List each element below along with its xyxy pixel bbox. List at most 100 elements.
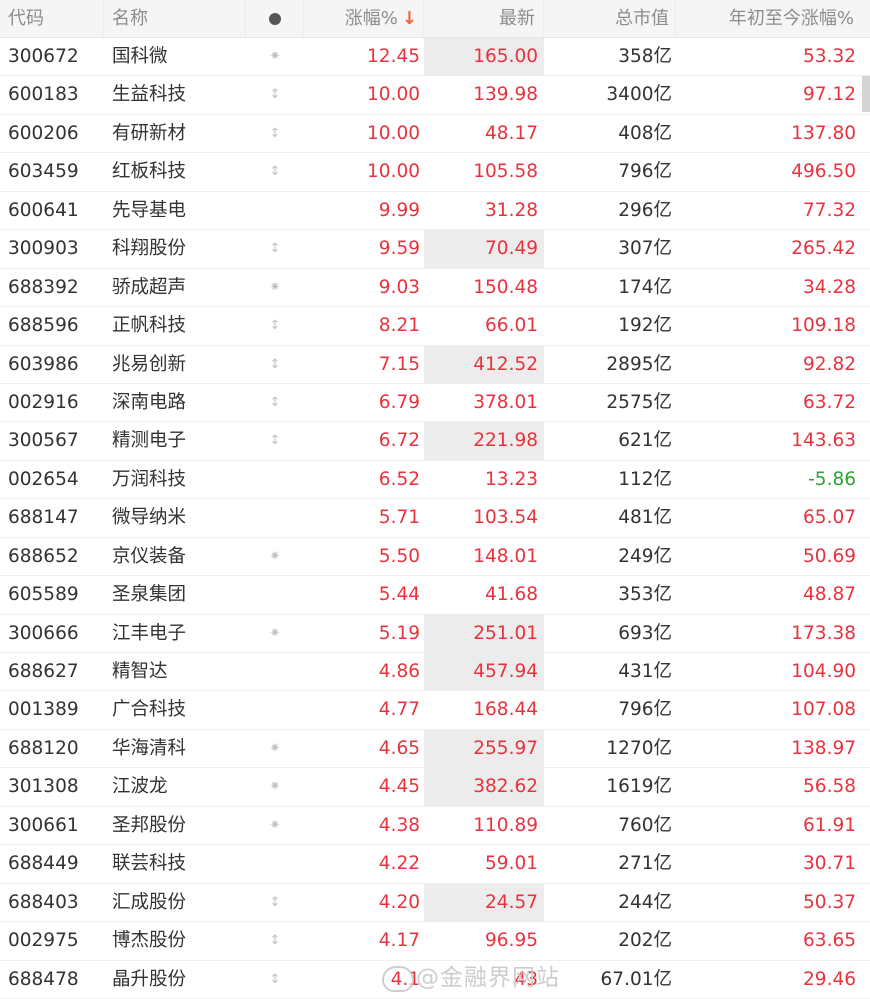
row-marker-icon: ↕ [269, 241, 281, 257]
table-row[interactable]: 600641 先导基电 9.99 31.28 296亿 77.32 [0, 191, 870, 231]
scroll-indicator[interactable] [862, 76, 870, 112]
change-percent: 10.00 [367, 84, 420, 106]
last-price: 251.01 [424, 614, 544, 652]
row-marker-icon: ✷ [269, 49, 281, 64]
stock-code: 301308 [8, 776, 79, 798]
market-cap: 353亿 [618, 584, 672, 606]
table-row[interactable]: 301308 江波龙 ✷ 4.45 382.62 1619亿 56.58 [0, 768, 870, 807]
market-cap: 481亿 [618, 507, 672, 529]
last-price: 457.94 [424, 653, 544, 691]
stock-name: 华海清科 [112, 737, 187, 759]
last-price: 139.98 [473, 84, 538, 106]
ytd-change: 30.71 [803, 853, 856, 875]
row-marker-icon: ↕ [269, 87, 281, 103]
row-marker-icon [246, 653, 304, 690]
table-row[interactable]: 688596 正帆科技 ↕ 8.21 66.01 192亿 109.18 [0, 307, 870, 346]
change-percent: 9.99 [378, 199, 420, 221]
market-cap: 693亿 [618, 622, 672, 644]
table-row[interactable]: 002916 深南电路 ↕ 6.79 378.01 2575亿 63.72 [0, 383, 870, 423]
change-header-label: 涨幅% [344, 8, 398, 29]
ytd-change: 137.80 [791, 122, 856, 144]
ytd-change: 50.37 [803, 891, 856, 913]
ytd-change: 53.32 [803, 46, 856, 67]
table-row[interactable]: 600183 生益科技 ↕ 10.00 139.98 3400亿 97.12 [0, 76, 870, 115]
column-header-change[interactable]: 涨幅% ↓ [304, 0, 424, 37]
last-price: 13.23 [485, 468, 538, 490]
stock-code: 688652 [8, 545, 79, 567]
stock-code: 600183 [8, 84, 79, 106]
market-cap: 408亿 [618, 122, 672, 144]
stock-name: 晶升股份 [112, 968, 187, 990]
table-row[interactable]: 688627 精智达 4.86 457.94 431亿 104.90 [0, 653, 870, 692]
table-row[interactable]: 603986 兆易创新 ↕ 7.15 412.52 2895亿 92.82 [0, 345, 870, 384]
table-row[interactable]: 300903 科翔股份 ↕ 9.59 70.49 307亿 265.42 [0, 230, 870, 269]
table-row[interactable]: 688120 华海清科 ✷ 4.65 255.97 1270亿 138.97 [0, 729, 870, 769]
change-percent: 4.86 [378, 661, 420, 682]
change-percent: 5.44 [378, 584, 420, 606]
row-marker-icon [246, 461, 304, 498]
ytd-change: 61.91 [803, 814, 856, 836]
stock-code: 600206 [8, 122, 79, 144]
row-marker-icon: ↕ [269, 933, 281, 949]
table-row[interactable]: 300661 圣邦股份 ✷ 4.38 110.89 760亿 61.91 [0, 806, 870, 846]
table-row[interactable]: 300666 江丰电子 ✷ 5.19 251.01 693亿 173.38 [0, 614, 870, 653]
last-price: 59.01 [485, 853, 538, 875]
row-marker-icon: ↕ [269, 394, 281, 410]
column-header-marker[interactable] [246, 0, 304, 37]
column-header-name[interactable]: 名称 [104, 0, 246, 37]
ytd-change: 104.90 [791, 661, 856, 682]
stock-code: 688403 [8, 891, 79, 913]
last-price: 150.48 [473, 276, 538, 298]
ytd-change: 34.28 [803, 276, 856, 298]
ytd-change: 63.72 [803, 391, 856, 413]
table-row[interactable]: 605589 圣泉集团 5.44 41.68 353亿 48.87 [0, 576, 870, 615]
change-percent: 4.38 [378, 814, 420, 836]
market-cap: 760亿 [618, 814, 672, 836]
ytd-change: 173.38 [791, 622, 856, 644]
table-row[interactable]: 002975 博杰股份 ↕ 4.17 96.95 202亿 63.65 [0, 922, 870, 961]
change-percent: 7.15 [378, 353, 420, 375]
last-price: 70.49 [424, 230, 544, 268]
stock-code: 300672 [8, 46, 79, 67]
market-cap: 358亿 [618, 46, 672, 67]
row-marker-icon: ↕ [269, 356, 281, 372]
table-row[interactable]: 300567 精测电子 ↕ 6.72 221.98 621亿 143.63 [0, 422, 870, 461]
table-row[interactable]: 688392 骄成超声 ✷ 9.03 150.48 174亿 34.28 [0, 268, 870, 308]
row-marker-icon: ✷ [269, 817, 281, 833]
ytd-change: -5.86 [808, 468, 856, 490]
table-row[interactable]: 688147 微导纳米 5.71 103.54 481亿 65.07 [0, 499, 870, 538]
table-row[interactable]: 688449 联芸科技 4.22 59.01 271亿 30.71 [0, 845, 870, 884]
table-row[interactable]: 688652 京仪装备 ✷ 5.50 148.01 249亿 50.69 [0, 537, 870, 577]
row-marker-icon: ↕ [269, 894, 281, 910]
ytd-change: 77.32 [803, 199, 856, 221]
row-marker-icon: ↕ [269, 433, 281, 449]
stock-name: 兆易创新 [112, 353, 187, 375]
row-marker-icon: ✷ [269, 740, 281, 756]
market-cap: 174亿 [618, 276, 672, 298]
table-row[interactable]: 300672 国科微 ✷ 12.45 165.00 358亿 53.32 [0, 38, 870, 77]
ytd-change: 143.63 [791, 430, 856, 452]
row-marker-icon: ✷ [269, 548, 281, 564]
stock-code: 300666 [8, 622, 79, 644]
column-header-code[interactable]: 代码 [0, 0, 104, 37]
column-header-last[interactable]: 最新 [424, 0, 544, 37]
stock-code: 688596 [8, 315, 79, 337]
stock-code: 603459 [8, 161, 79, 183]
row-marker-icon [246, 576, 304, 613]
market-cap: 3400亿 [606, 84, 672, 106]
change-percent: 5.71 [378, 507, 420, 529]
table-row[interactable]: 002654 万润科技 6.52 13.23 112亿 -5.86 [0, 460, 870, 500]
column-header-market-cap[interactable]: 总市值 [544, 0, 676, 37]
table-row[interactable]: 603459 红板科技 ↕ 10.00 105.58 796亿 496.50 [0, 153, 870, 192]
row-marker-icon: ↕ [269, 318, 281, 334]
column-header-ytd[interactable]: 年初至今涨幅% [676, 0, 870, 37]
table-row[interactable]: 688403 汇成股份 ↕ 4.20 24.57 244亿 50.37 [0, 883, 870, 923]
row-marker-icon: ✷ [269, 279, 281, 295]
stock-name: 博杰股份 [112, 930, 187, 952]
table-row[interactable]: 600206 有研新材 ↕ 10.00 48.17 408亿 137.80 [0, 114, 870, 154]
ytd-change: 97.12 [803, 84, 856, 106]
table-row[interactable]: 001389 广合科技 4.77 168.44 796亿 107.08 [0, 691, 870, 730]
market-cap: 249亿 [618, 545, 672, 567]
row-marker-icon: ✷ [269, 779, 281, 795]
ytd-change: 56.58 [803, 776, 856, 798]
